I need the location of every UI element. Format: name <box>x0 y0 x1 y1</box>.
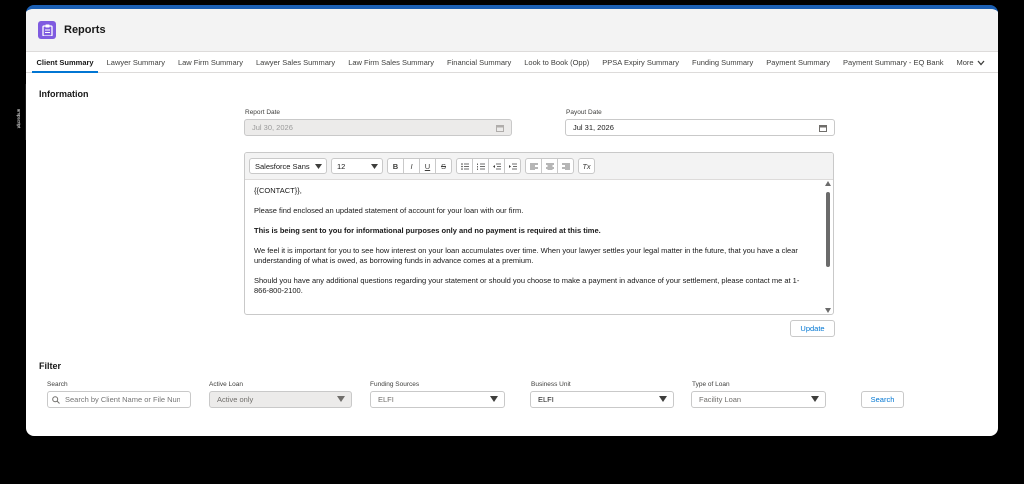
caret-down-icon <box>490 396 498 402</box>
search-field[interactable] <box>47 391 191 408</box>
funding-sources-label: Funding Sources <box>370 381 420 388</box>
strikethrough-button[interactable]: S <box>436 159 451 173</box>
chevron-down-icon <box>977 60 985 65</box>
update-button[interactable]: Update <box>790 320 835 337</box>
search-icon <box>52 395 60 404</box>
tab-lawyer-sales-summary[interactable]: Lawyer Sales Summary <box>249 58 341 72</box>
caret-down-icon <box>315 163 322 169</box>
clear-formatting-button[interactable]: Tx <box>579 159 594 173</box>
active-loan-select[interactable]: Active only <box>209 391 352 408</box>
tab-lawyer-summary[interactable]: Lawyer Summary <box>100 58 171 72</box>
caret-down-icon <box>371 163 378 169</box>
search-button[interactable]: Search <box>861 391 904 408</box>
italic-button[interactable]: I <box>404 159 420 173</box>
editor-paragraph: {{CONTACT}}, <box>254 186 302 195</box>
bold-button[interactable]: B <box>388 159 404 173</box>
business-unit-label: Business Unit <box>531 381 571 388</box>
page-title: Reports <box>64 24 106 36</box>
numbered-list-button[interactable] <box>473 159 489 173</box>
tab-payment-summary[interactable]: Payment Summary <box>760 58 837 72</box>
editor-paragraph-bold: This is being sent to you for informatio… <box>254 226 601 235</box>
numbered-list-icon <box>476 163 485 170</box>
active-loan-value: Active only <box>217 395 254 404</box>
align-left-button[interactable] <box>526 159 542 173</box>
caret-down-icon <box>659 396 667 402</box>
active-loan-label: Active Loan <box>209 381 243 388</box>
tab-bar: Client Summary Lawyer Summary Law Firm S… <box>26 52 998 73</box>
payout-date-label: Payout Date <box>566 109 602 116</box>
font-size-select[interactable]: 12 <box>331 158 383 174</box>
font-family-select[interactable]: Salesforce Sans <box>249 158 327 174</box>
align-right-button[interactable] <box>558 159 573 173</box>
search-input[interactable] <box>65 395 180 404</box>
editor-scrollbar[interactable] <box>824 180 832 314</box>
funding-sources-select[interactable]: ELFI <box>370 391 505 408</box>
search-label: Search <box>47 381 68 388</box>
editor-content[interactable]: {{CONTACT}}, Please find enclosed an upd… <box>245 180 823 314</box>
underline-button[interactable]: U <box>420 159 436 173</box>
tab-ppsa-expiry-summary[interactable]: PPSA Expiry Summary <box>596 58 686 72</box>
tab-funding-summary[interactable]: Funding Summary <box>685 58 759 72</box>
tab-more[interactable]: More <box>950 58 991 72</box>
scroll-up-icon[interactable] <box>825 181 831 186</box>
outdent-icon <box>492 163 501 169</box>
tab-payment-summary-eq-bank[interactable]: Payment Summary - EQ Bank <box>837 58 950 72</box>
align-left-icon <box>529 163 538 170</box>
align-group <box>525 158 574 174</box>
caret-down-icon <box>811 396 819 402</box>
align-right-icon <box>561 163 570 170</box>
font-family-value: Salesforce Sans <box>255 161 310 171</box>
editor-paragraph: Please find enclosed an updated statemen… <box>254 206 524 215</box>
editor-toolbar: Salesforce Sans 12 B I U S Tx <box>245 153 833 180</box>
tab-client-summary[interactable]: Client Summary <box>30 58 100 73</box>
scroll-thumb[interactable] <box>826 192 830 267</box>
calendar-icon[interactable] <box>819 124 827 132</box>
payout-date-field[interactable]: Jul 31, 2026 <box>565 119 835 136</box>
side-tab-label: ampscript <box>16 108 22 129</box>
list-group <box>456 158 521 174</box>
filter-title: Filter <box>39 361 62 371</box>
report-date-field[interactable]: Jul 30, 2026 <box>244 119 512 136</box>
calendar-icon <box>496 125 504 132</box>
bulleted-list-button[interactable] <box>457 159 473 173</box>
clear-format-group: Tx <box>578 158 595 174</box>
tab-look-to-book[interactable]: Look to Book (Opp) <box>518 58 596 72</box>
business-unit-select[interactable]: ELFI <box>530 391 674 408</box>
business-unit-value: ELFI <box>538 395 554 404</box>
report-date-value: Jul 30, 2026 <box>252 123 293 132</box>
tab-more-label: More <box>956 58 974 67</box>
editor-paragraph: Should you have any additional questions… <box>254 276 800 295</box>
page-header: Reports <box>26 9 998 52</box>
text-format-group: B I U S <box>387 158 452 174</box>
type-of-loan-select[interactable]: Facility Loan <box>691 391 826 408</box>
scroll-down-icon[interactable] <box>825 308 831 313</box>
clipboard-icon <box>38 21 56 39</box>
increase-indent-button[interactable] <box>505 159 520 173</box>
tab-law-firm-sales-summary[interactable]: Law Firm Sales Summary <box>342 58 441 72</box>
align-center-button[interactable] <box>542 159 558 173</box>
payout-date-value: Jul 31, 2026 <box>573 123 614 132</box>
type-of-loan-value: Facility Loan <box>699 395 742 404</box>
caret-down-icon <box>337 396 345 402</box>
bulleted-list-icon <box>460 162 469 170</box>
funding-sources-value: ELFI <box>378 395 394 404</box>
app-window: Reports Client Summary Lawyer Summary La… <box>26 5 998 436</box>
indent-icon <box>508 163 517 169</box>
report-date-label: Report Date <box>245 109 281 116</box>
editor-paragraph: We feel it is important for you to see h… <box>254 246 798 265</box>
align-center-icon <box>545 163 554 170</box>
tab-law-firm-summary[interactable]: Law Firm Summary <box>171 58 249 72</box>
rich-text-editor[interactable]: Salesforce Sans 12 B I U S Tx {{CONTACT}… <box>244 152 834 315</box>
tab-financial-summary[interactable]: Financial Summary <box>441 58 518 72</box>
font-size-value: 12 <box>337 161 346 171</box>
decrease-indent-button[interactable] <box>489 159 505 173</box>
type-of-loan-label: Type of Loan <box>692 381 730 388</box>
information-title: Information <box>39 89 89 99</box>
